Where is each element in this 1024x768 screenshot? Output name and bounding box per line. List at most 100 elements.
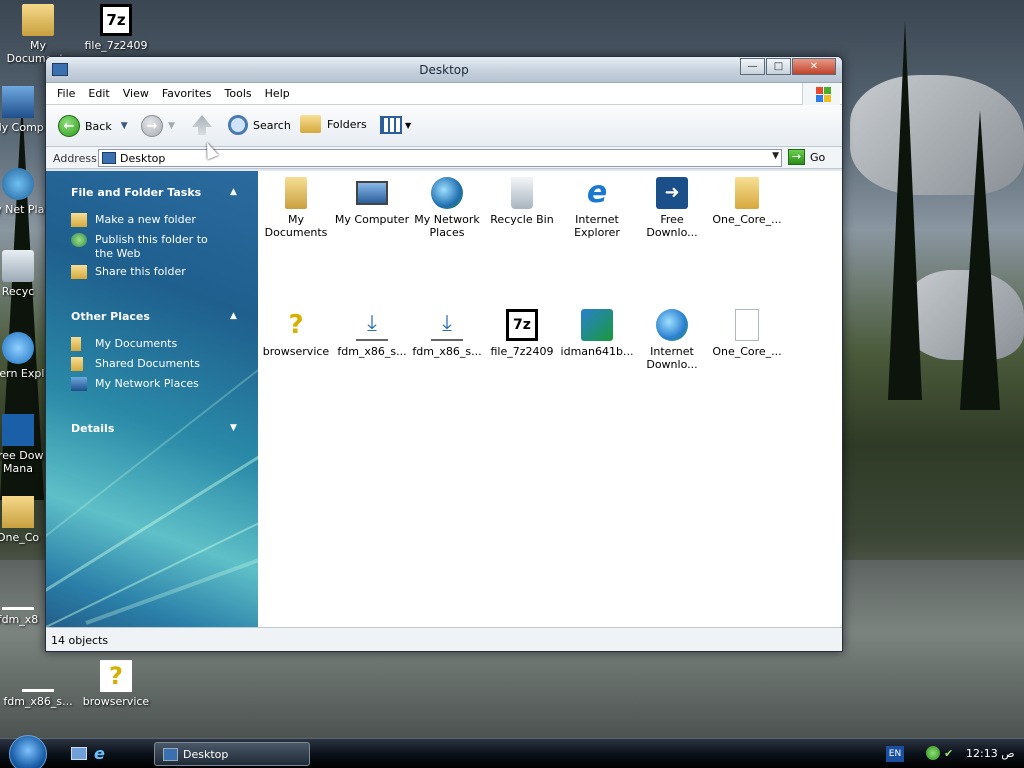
file-folder-tasks-header[interactable]: File and Folder Tasks — [71, 186, 201, 199]
window-title: Desktop — [419, 63, 469, 77]
volume-tray-icon[interactable]: ✔ — [944, 747, 958, 761]
windows-logo-icon — [802, 83, 840, 105]
file-list[interactable]: My Documents My Computer My Network Plac… — [258, 171, 842, 627]
idm-installer-icon — [581, 309, 613, 341]
up-folder-button[interactable] — [192, 115, 212, 135]
clock[interactable]: 12:13 ص — [966, 747, 1015, 760]
download-icon — [22, 660, 54, 692]
other-places-header[interactable]: Other Places — [71, 310, 150, 323]
computer-icon — [2, 86, 34, 118]
minimize-button[interactable]: — — [740, 58, 765, 75]
menu-view[interactable]: View — [118, 87, 157, 100]
share-folder-icon — [71, 265, 87, 279]
views-button[interactable]: ▼ — [380, 116, 411, 134]
explorer-window[interactable]: Desktop — □ ✕ File Edit View Favorites T… — [45, 56, 843, 652]
maximize-button[interactable]: □ — [766, 58, 791, 75]
back-button[interactable]: ← Back ▼ — [58, 115, 128, 137]
ie-quicklaunch-icon[interactable]: e — [94, 744, 105, 763]
task-publish-web[interactable]: Publish this folder to the Web — [71, 233, 251, 261]
language-indicator[interactable]: EN — [886, 746, 904, 762]
place-my-documents[interactable]: My Documents — [71, 337, 251, 351]
file-item-browservice[interactable]: ? browservice — [258, 309, 334, 358]
go-button[interactable]: → Go — [788, 149, 825, 165]
publish-web-icon — [71, 233, 87, 247]
task-share-folder[interactable]: Share this folder — [71, 265, 251, 279]
folders-icon — [300, 115, 321, 133]
file-item-one-core-folder[interactable]: One_Core_... — [709, 177, 785, 226]
close-button[interactable]: ✕ — [792, 58, 836, 75]
details-header[interactable]: Details — [71, 422, 114, 435]
folder-icon — [735, 177, 759, 209]
pane-streak — [85, 497, 258, 625]
help-file-icon: ? — [100, 660, 132, 692]
recycle-bin-icon — [511, 177, 533, 209]
idm-icon — [656, 309, 688, 341]
place-my-network[interactable]: My Network Places — [71, 377, 251, 391]
views-dropdown-icon: ▼ — [405, 120, 412, 130]
7zip-icon: 7z — [100, 4, 132, 36]
menu-bar: File Edit View Favorites Tools Help — [46, 83, 842, 105]
title-bar[interactable]: Desktop — □ ✕ — [46, 57, 842, 83]
expand-chevron-icon[interactable]: ▼ — [230, 423, 237, 433]
desktop-icon-browservice[interactable]: ? browservice — [78, 660, 154, 708]
views-icon — [380, 116, 402, 134]
address-dropdown-icon[interactable]: ▼ — [772, 151, 779, 161]
forward-arrow-icon: → — [141, 115, 163, 137]
menu-help[interactable]: Help — [260, 87, 298, 100]
start-button[interactable] — [9, 735, 47, 768]
window-icon — [163, 747, 178, 761]
desktop-icon-fdm-installer-2[interactable]: fdm_x86_s... — [0, 660, 76, 708]
file-item-my-computer[interactable]: My Computer — [334, 177, 410, 226]
file-item-fdm-installer-2[interactable]: ⤓ fdm_x86_s... — [409, 309, 485, 358]
show-desktop-icon[interactable] — [71, 747, 87, 760]
file-item-my-documents[interactable]: My Documents — [258, 177, 334, 239]
file-item-idm[interactable]: Internet Downlo... — [634, 309, 710, 371]
file-item-ie[interactable]: e Internet Explorer — [559, 177, 635, 240]
collapse-chevron-icon[interactable]: ▲ — [230, 311, 237, 321]
file-item-network[interactable]: My Network Places — [409, 177, 485, 239]
menu-tools[interactable]: Tools — [220, 87, 260, 100]
task-pane: File and Folder Tasks ▲ Make a new folde… — [46, 171, 258, 627]
network-icon — [431, 177, 463, 209]
download-icon: ⤓ — [431, 309, 463, 341]
address-value: Desktop — [120, 152, 166, 165]
forward-button[interactable]: → ▼ — [141, 115, 175, 137]
file-item-idm-installer[interactable]: idman641b... — [559, 309, 635, 358]
collapse-chevron-icon[interactable]: ▲ — [230, 187, 237, 197]
folder-icon — [2, 496, 34, 528]
file-item-7z[interactable]: 7z file_7z2409 — [484, 309, 560, 358]
fdm-icon: ➜ — [656, 177, 688, 209]
folders-button[interactable]: Folders — [300, 115, 367, 133]
desktop-icon-file-7z[interactable]: 7z file_7z2409 — [78, 4, 154, 52]
search-button[interactable]: Search — [228, 115, 291, 135]
up-folder-icon — [192, 115, 212, 135]
menu-edit[interactable]: Edit — [83, 87, 117, 100]
back-dropdown-icon[interactable]: ▼ — [121, 121, 128, 131]
wallpaper-rock — [850, 75, 1024, 195]
folder-docs-icon — [71, 337, 81, 351]
network-tray-icon[interactable] — [926, 746, 940, 760]
taskbar-button-desktop[interactable]: Desktop — [154, 742, 310, 766]
file-item-fdm[interactable]: ➜ Free Downlo... — [634, 177, 710, 239]
file-item-one-core-file[interactable]: One_Core_... — [709, 309, 785, 358]
task-make-new-folder[interactable]: Make a new folder — [71, 213, 251, 227]
forward-dropdown-icon[interactable]: ▼ — [168, 121, 175, 131]
file-item-fdm-installer-1[interactable]: ⤓ fdm_x86_s... — [334, 309, 410, 358]
network-icon — [71, 377, 87, 391]
place-shared-documents[interactable]: Shared Documents — [71, 357, 251, 371]
address-input[interactable]: Desktop ▼ — [98, 149, 782, 167]
folder-docs-icon — [285, 177, 307, 209]
menu-favorites[interactable]: Favorites — [157, 87, 220, 100]
taskbar: e Desktop EN ✔ 12:13 ص — [0, 735, 1024, 768]
search-icon — [228, 115, 248, 135]
download-icon — [2, 578, 34, 610]
toolbar: ← Back ▼ → ▼ Search Folders ▼ — [46, 105, 842, 147]
menu-file[interactable]: File — [52, 87, 83, 100]
address-label: Address — [53, 152, 97, 165]
ie-icon — [2, 332, 34, 364]
address-bar: Address Desktop ▼ → Go — [46, 147, 842, 169]
help-file-icon: ? — [288, 310, 304, 340]
window-controls: — □ ✕ — [739, 58, 836, 75]
file-item-recycle-bin[interactable]: Recycle Bin — [484, 177, 560, 226]
blank-file-icon — [735, 309, 759, 341]
